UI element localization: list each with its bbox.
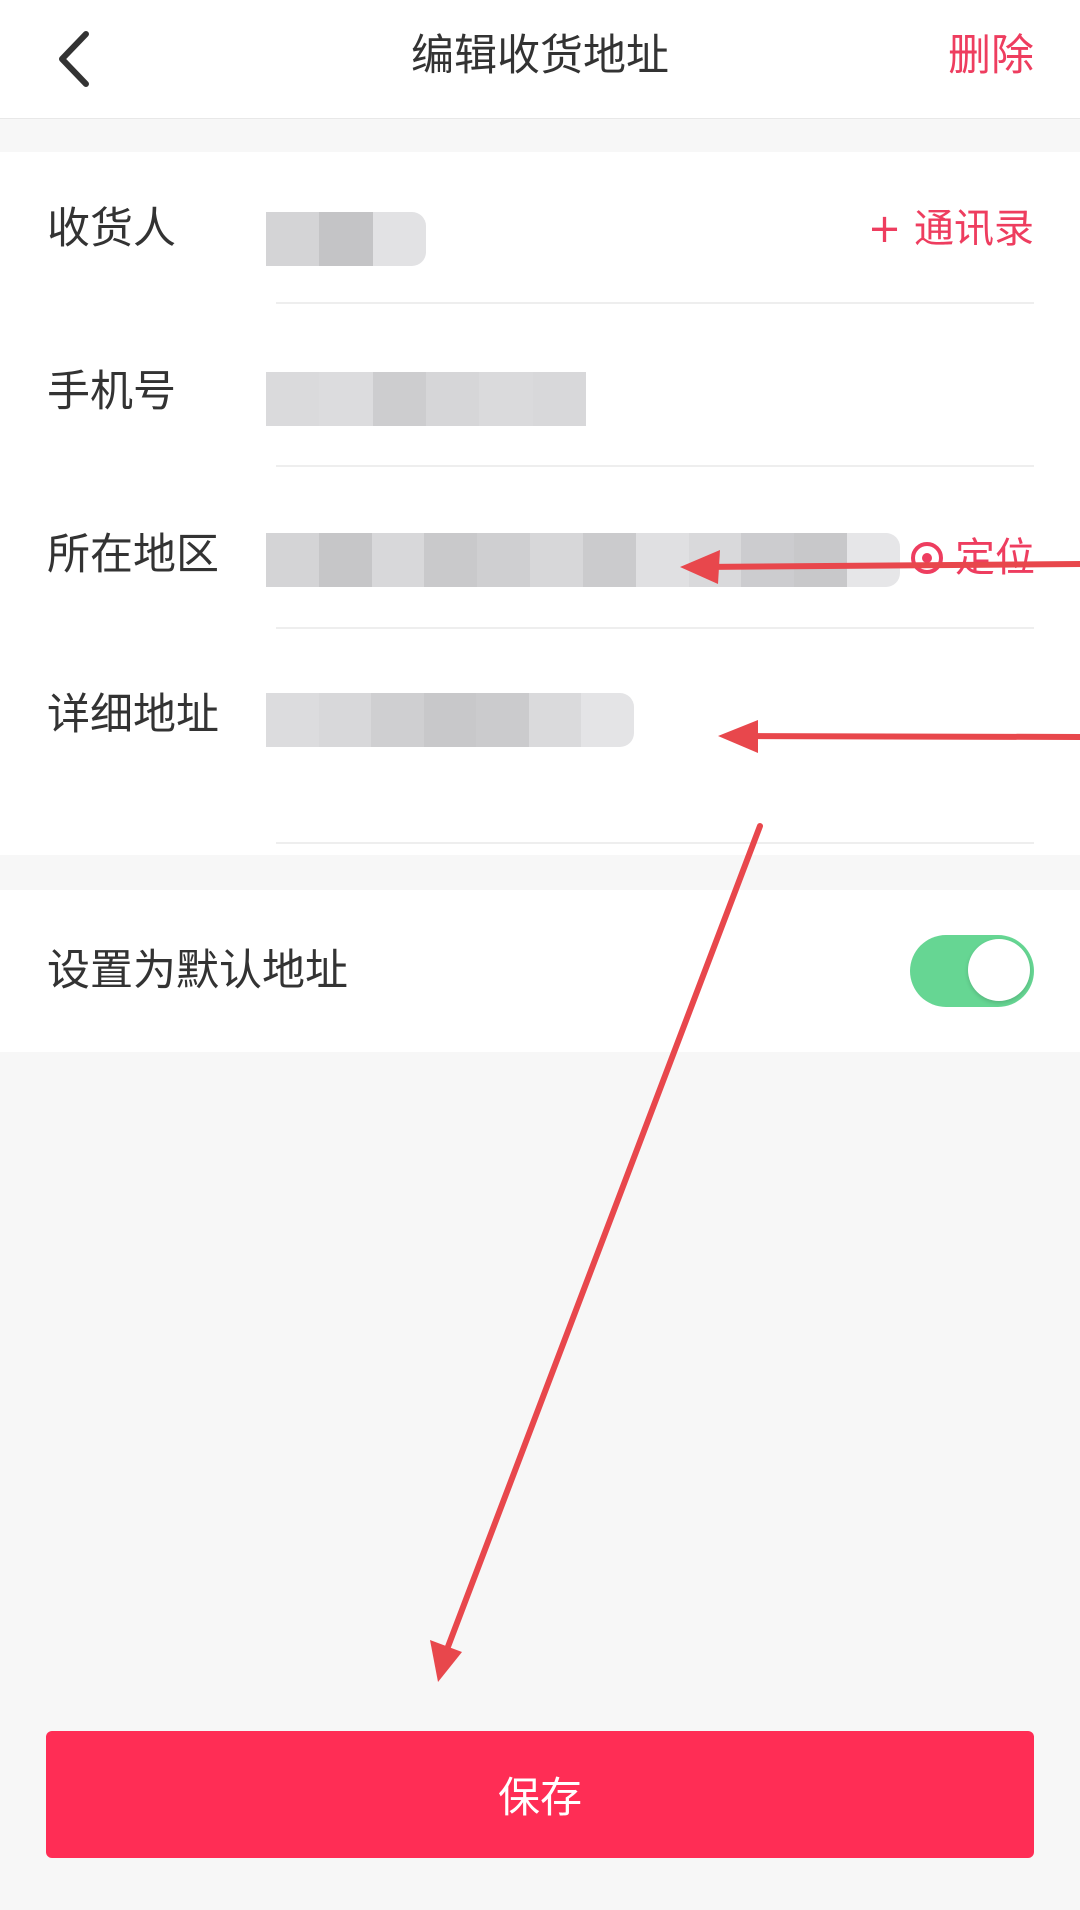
locate-button[interactable]: 定位 (909, 528, 1035, 588)
default-address-label: 设置为默认地址 (47, 946, 348, 996)
save-button[interactable]: 保存 (46, 1731, 1034, 1858)
delete-button[interactable]: 删除 (948, 26, 1034, 86)
default-address-toggle[interactable] (910, 935, 1034, 1007)
toggle-knob (968, 939, 1030, 1001)
phone-label: 手机号 (47, 367, 176, 417)
divider (276, 302, 1034, 304)
target-icon (911, 542, 943, 574)
divider (276, 627, 1034, 629)
detail-address-label: 详细地址 (47, 690, 219, 740)
locate-label: 定位 (955, 535, 1035, 581)
page-title: 编辑收货地址 (411, 31, 669, 81)
annotation-arrowhead (430, 1640, 462, 1682)
divider (276, 842, 1034, 844)
detail-address-input[interactable] (266, 693, 634, 747)
phone-input[interactable] (266, 372, 586, 426)
region-input[interactable] (266, 533, 900, 587)
recipient-input[interactable] (266, 212, 426, 266)
region-label: 所在地区 (47, 530, 219, 580)
divider (276, 465, 1034, 467)
recipient-label: 收货人 (47, 204, 176, 254)
contacts-button[interactable]: + 通讯录 (868, 199, 1034, 259)
